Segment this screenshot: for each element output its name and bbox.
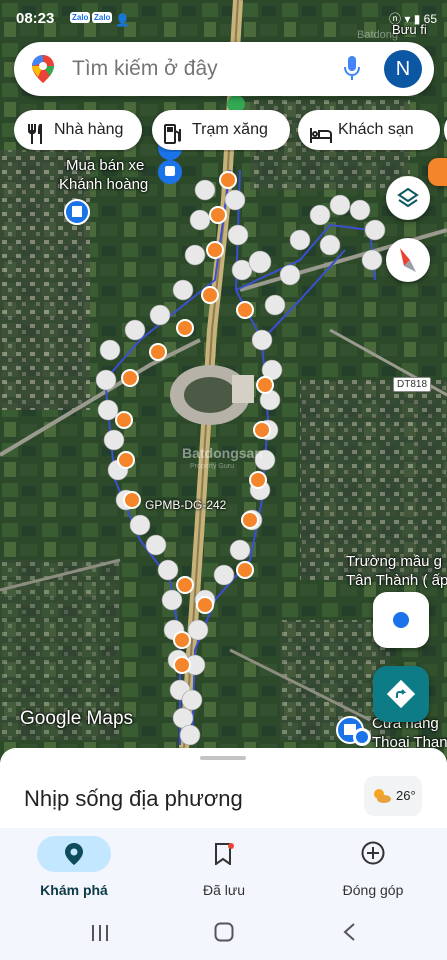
nav-saved[interactable]: Đã lưu [169, 836, 279, 902]
directions-button[interactable] [373, 666, 429, 722]
contact-icon: 👤 [115, 13, 130, 27]
mic-icon[interactable] [344, 56, 360, 87]
layers-icon [397, 187, 419, 214]
nav-explore[interactable]: Khám phá [19, 836, 129, 902]
layers-button[interactable] [386, 176, 430, 220]
home-icon[interactable] [214, 922, 234, 947]
map-label-parcel-code: GPMB-DG-242 [145, 498, 227, 512]
chip-label: Khách sạn [338, 121, 414, 138]
poi-pin-shop[interactable] [64, 199, 90, 225]
bottom-navigation: Khám phá Đã lưu Đóng góp [0, 828, 447, 908]
weather-chip[interactable]: 26° [364, 776, 422, 816]
weather-temp: 26° [396, 788, 416, 803]
back-icon[interactable] [342, 922, 356, 947]
weather-cloud-sun-icon [372, 788, 392, 807]
my-location-button[interactable] [373, 592, 429, 648]
chip-label: Trạm xăng [192, 121, 268, 138]
chip-hotels[interactable]: Khách sạn [298, 110, 440, 150]
zalo-notification-icon-2: Zalo [92, 12, 113, 23]
saved-bookmark-icon [214, 843, 234, 870]
nav-label: Đóng góp [342, 882, 404, 898]
status-bar: 08:23 Zalo Zalo 👤 ⓝ ▾ ▮ 65 [0, 0, 447, 36]
sheet-drag-handle[interactable] [200, 756, 246, 760]
gas-station-icon [164, 120, 182, 152]
bottom-sheet[interactable]: Nhịp sống địa phương 26° [0, 748, 447, 838]
contribute-plus-icon [361, 841, 385, 870]
map-label-school-line1[interactable]: Trường mầu g [346, 553, 442, 570]
chip-label: Nhà hàng [54, 121, 124, 138]
google-maps-logo-icon [32, 55, 54, 88]
category-chips: Nhà hàng Trạm xăng Khách sạn [14, 110, 447, 152]
system-navigation-bar [0, 908, 447, 960]
restaurant-icon [26, 120, 44, 152]
status-time: 08:23 [16, 10, 55, 27]
nav-label: Khám phá [40, 882, 108, 898]
map-label-school-line2[interactable]: Tân Thành ( ấp [346, 572, 447, 589]
search-bar[interactable]: N [14, 42, 434, 96]
current-location-dot [353, 728, 371, 746]
my-location-icon [393, 612, 409, 628]
chip-gas-stations[interactable]: Trạm xăng [152, 110, 290, 150]
nav-label: Đã lưu [202, 882, 246, 898]
compass-button[interactable] [386, 238, 430, 282]
hotel-icon [310, 120, 332, 152]
google-maps-attribution: Google Maps [20, 708, 134, 729]
watermark-center: Batdongsan [182, 445, 263, 461]
recent-apps-icon[interactable] [90, 924, 110, 947]
map-label-shop-line1[interactable]: Mua bán xe [66, 157, 144, 174]
zalo-notification-icon: Zalo [70, 12, 91, 23]
sheet-title: Nhịp sống địa phương [24, 786, 243, 811]
chip-restaurants[interactable]: Nhà hàng [14, 110, 142, 150]
road-shield-dt818: DT818 [393, 377, 432, 392]
search-input[interactable] [72, 57, 322, 81]
side-tab-button[interactable] [428, 158, 447, 186]
nav-contribute[interactable]: Đóng góp [318, 836, 428, 902]
map-label-top-right: Bưu fi [392, 22, 427, 37]
explore-pin-icon [65, 843, 83, 870]
compass-icon [396, 246, 420, 279]
account-avatar[interactable]: N [384, 50, 422, 88]
map-label-shop-line2[interactable]: Khánh hoàng [59, 176, 148, 193]
watermark-sub: Property Guru [190, 463, 234, 470]
directions-icon [386, 679, 416, 713]
